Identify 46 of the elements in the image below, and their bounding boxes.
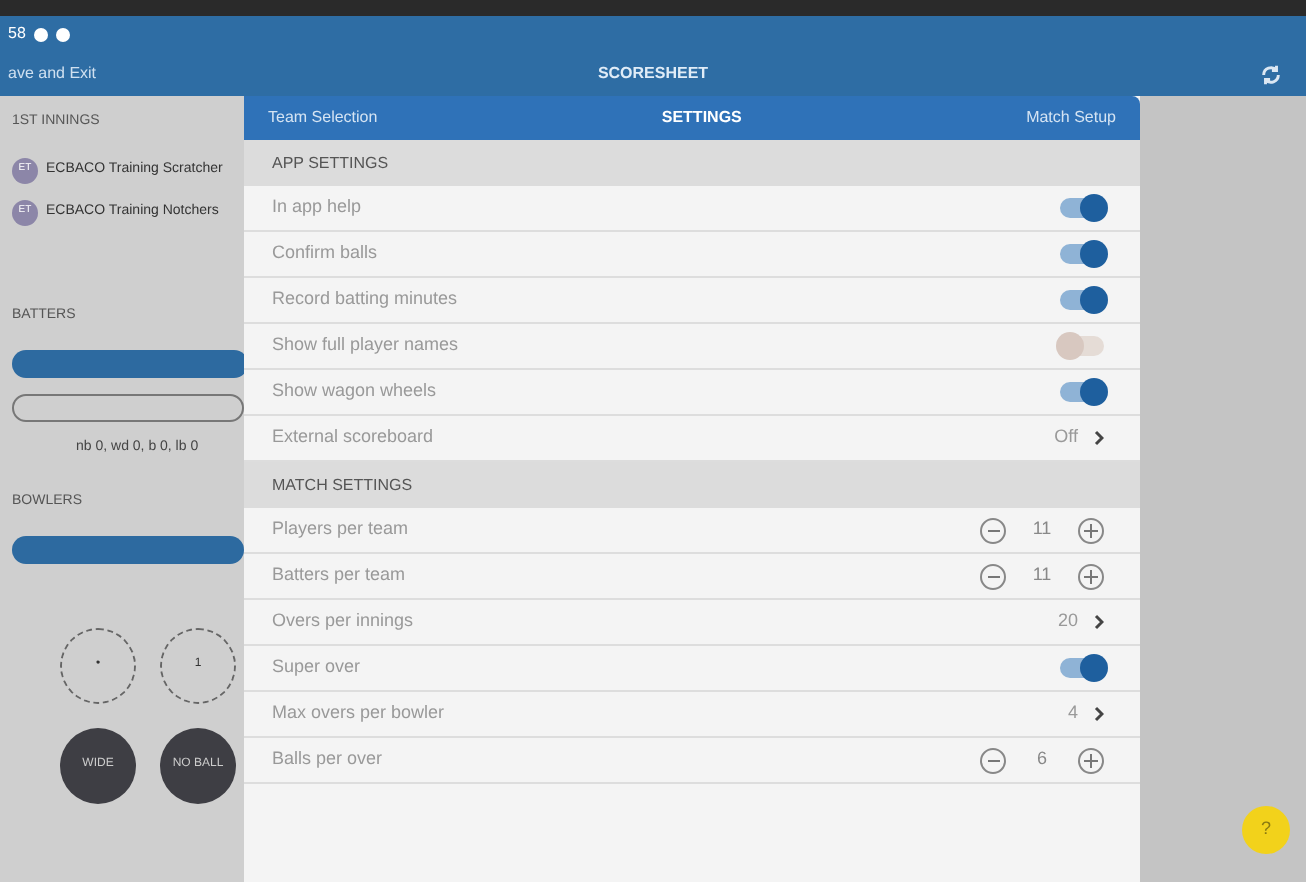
setting-value: 6 [1034,746,1049,773]
minus-button[interactable] [980,517,1006,543]
tab[interactable]: Team Selection [268,106,378,130]
setting-label: Overs per innings [272,608,414,635]
tab[interactable]: Match Setup [1026,106,1116,130]
toggle-switch[interactable] [1060,290,1104,310]
setting-label: External scoreboard [272,424,434,451]
setting-label: In app help [272,194,362,221]
setting-value: 11 [1030,562,1054,589]
toggle-switch[interactable] [1060,658,1104,678]
tab[interactable]: SETTINGS [661,106,742,130]
setting-label: Balls per over [272,746,383,773]
section-header: APP SETTINGS [272,151,389,175]
minus-button[interactable] [980,747,1006,773]
setting-label: Super over [272,654,361,681]
screen-title: SCORESHEET [597,62,709,86]
chevron-icon [1094,614,1104,630]
toggle-switch[interactable] [1060,244,1104,264]
chevron-icon [1094,706,1104,722]
chevron-icon [1094,430,1104,446]
help-button[interactable]: ? [1242,806,1290,854]
back-link[interactable]: ave and Exit [8,62,248,86]
refresh-icon[interactable] [1260,63,1282,85]
setting-label: Max overs per bowler [272,700,445,727]
setting-label: Batters per team [272,562,406,589]
setting-value: 20 [1057,608,1078,635]
plus-button[interactable] [1078,747,1104,773]
setting-label: Show full player names [272,332,459,359]
minus-button[interactable] [980,563,1006,589]
minus-icon [987,575,999,577]
setting-value: 11 [1030,516,1054,543]
setting-label: Show wagon wheels [272,378,437,405]
toggle-switch[interactable] [1060,336,1104,356]
setting-label: Confirm balls [272,240,378,267]
setting-label: Players per team [272,516,409,543]
minus-icon [987,759,999,761]
setting-label: Record batting minutes [272,286,458,313]
toggle-switch[interactable] [1060,382,1104,402]
toggle-switch[interactable] [1060,198,1104,218]
status-time: 58 [8,22,26,46]
plus-button[interactable] [1078,563,1104,589]
setting-value: 4 [1067,700,1078,727]
section-header: MATCH SETTINGS [272,473,413,497]
setting-value: Off [1054,424,1078,451]
plus-button[interactable] [1078,517,1104,543]
minus-icon [987,529,999,531]
